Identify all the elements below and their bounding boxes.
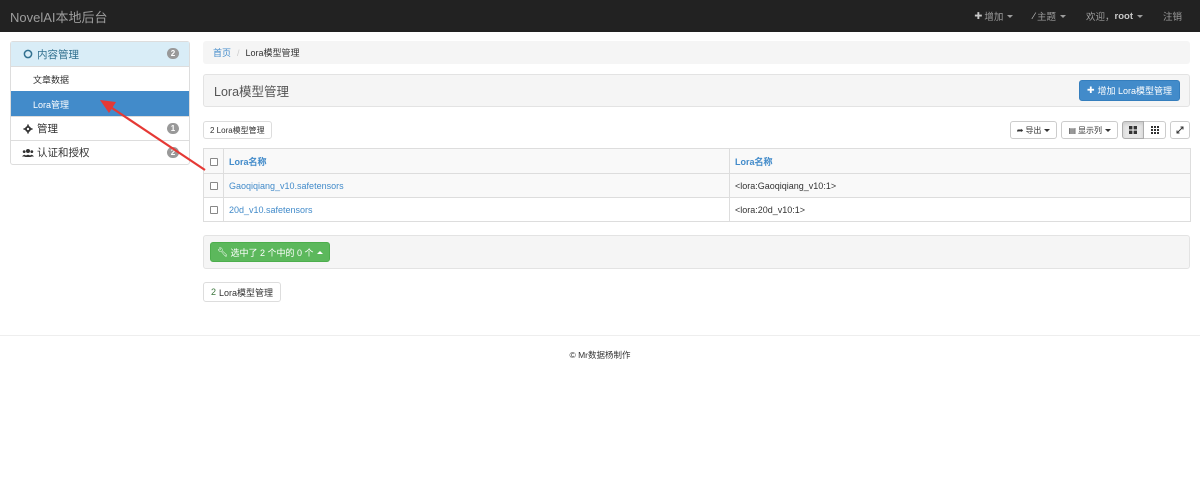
result-count-bottom: 2 Lora模型管理 [203,282,282,302]
sidebar-item-lora[interactable]: Lora管理 [11,91,189,116]
table-row: 20d_v10.safetensors <lora:20d_v10:1> [203,197,1191,222]
username: root [1114,10,1133,22]
table-row: Gaoqiqiang_v10.safetensors <lora:Gaoqiqi… [203,173,1191,198]
caret-down-icon [1007,14,1014,18]
export-label: 导出 [1025,125,1042,135]
top-navbar: NovelAI本地后台 ✚ 增加 ⁄ 主题 欢迎， root 注销 [0,0,1200,32]
breadcrumb-home[interactable]: 首页 [213,46,231,59]
result-count: 2 Lora模型管理 [203,121,272,139]
sidebar-group-admin[interactable]: 管理 1 [11,116,189,140]
result-count-number: 2 [211,287,217,297]
plus-icon: ✚ [974,10,983,22]
navbar-right: ✚ 增加 ⁄ 主题 欢迎， root 注销 [954,0,1182,32]
row-select-cell [203,197,224,222]
welcome-text: 欢迎， [1086,12,1115,23]
add-menu-label: 增加 [984,12,1004,23]
add-lora-label: 增加 Lora模型管理 [1097,86,1172,96]
columns-button[interactable]: ▤ 显示列 [1061,121,1118,139]
name-cell: Gaoqiqiang_v10.safetensors [223,173,730,198]
large-grid-button[interactable] [1122,121,1144,139]
breadcrumb-current: Lora模型管理 [245,48,300,58]
add-lora-button[interactable]: ✚ 增加 Lora模型管理 [1078,80,1180,101]
list-alt-icon: ▤ [1068,125,1076,135]
tag-cell: <lora:Gaoqiqiang_v10:1> [729,173,1191,198]
row-link[interactable]: Gaoqiqiang_v10.safetensors [229,181,344,191]
footer: © Mr数据杨制作 [569,350,631,360]
caret-down-icon [1044,128,1051,132]
bulk-actions-button[interactable]: 🔧︎ 选中了 2 个中的 0 个 [210,242,331,262]
sidebar-group-auth[interactable]: 认证和授权 2 [11,140,189,164]
layout-toggle [1122,121,1166,139]
select-all-checkbox[interactable] [209,157,218,166]
breadcrumb-separator: / [237,47,240,58]
user-menu[interactable]: 欢迎， root [1086,9,1143,23]
wand-icon: ⁄ [1033,10,1035,22]
count-badge: 2 [167,147,179,158]
page-title: Lora模型管理 [214,85,290,99]
sidebar-group-content[interactable]: 内容管理 2 [11,42,189,66]
fullscreen-icon [1176,126,1184,134]
gear-icon [22,124,34,134]
theme-menu-label: 主题 [1036,12,1056,23]
logout-link[interactable]: 注销 [1163,9,1182,23]
share-icon: ➦ [1016,125,1024,135]
th-large-icon [1129,126,1137,134]
sidebar-group-label: 认证和授权 [37,147,90,159]
row-link[interactable]: 20d_v10.safetensors [229,205,313,215]
caret-down-icon [1136,14,1143,18]
lora-table: Lora名称 Lora名称 Gaoqiqiang_v10.safetensors… [203,148,1191,222]
sort-lora-name[interactable]: Lora名称 [229,157,267,167]
breadcrumb: 首页 / Lora模型管理 [203,41,1190,64]
theme-menu[interactable]: ⁄ 主题 [1033,9,1066,23]
sidebar-item-articles[interactable]: 文章数据 [11,66,189,91]
list-tools: ➦ 导出 ▤ 显示列 [1006,121,1190,139]
sidebar: 内容管理 2 文章数据 Lora管理 管理 1 认证和授权 2 [10,41,190,165]
sort-lora-tag[interactable]: Lora名称 [735,157,773,167]
column-header: Lora名称 [729,148,1191,174]
brand-title[interactable]: NovelAI本地后台 [10,7,108,26]
plus-icon: ✚ [1086,85,1095,95]
circle-icon [22,49,34,59]
row-checkbox[interactable] [209,182,218,191]
wrench-icon: 🔧︎ [217,246,229,257]
selected-count-label: 选中了 2 个中的 0 个 [230,247,314,258]
tag-cell: <lora:20d_v10:1> [729,197,1191,222]
columns-label: 显示列 [1078,125,1102,135]
export-button[interactable]: ➦ 导出 [1009,121,1058,139]
users-icon [22,148,34,158]
small-grid-button[interactable] [1144,121,1166,139]
sidebar-group-label: 内容管理 [37,48,79,61]
footer-divider [0,335,1200,336]
table-header-row: Lora名称 Lora名称 [203,148,1191,174]
name-cell: 20d_v10.safetensors [223,197,730,222]
add-menu[interactable]: ✚ 增加 [974,9,1014,23]
column-header: Lora名称 [223,148,730,174]
result-count-label: Lora模型管理 [219,287,274,298]
row-select-cell [203,173,224,198]
caret-down-icon [1060,14,1066,18]
select-all-cell [203,148,224,174]
bulk-action-bar: 🔧︎ 选中了 2 个中的 0 个 [203,235,1190,269]
th-icon [1150,126,1159,134]
caret-down-icon [1105,128,1111,132]
count-badge: 1 [167,123,179,134]
row-checkbox[interactable] [209,206,218,215]
count-badge: 2 [167,48,179,59]
fullscreen-button[interactable] [1170,121,1190,139]
caret-up-icon [317,250,324,254]
page-header: Lora模型管理 ✚ 增加 Lora模型管理 [203,74,1190,107]
sidebar-group-label: 管理 [37,123,58,135]
